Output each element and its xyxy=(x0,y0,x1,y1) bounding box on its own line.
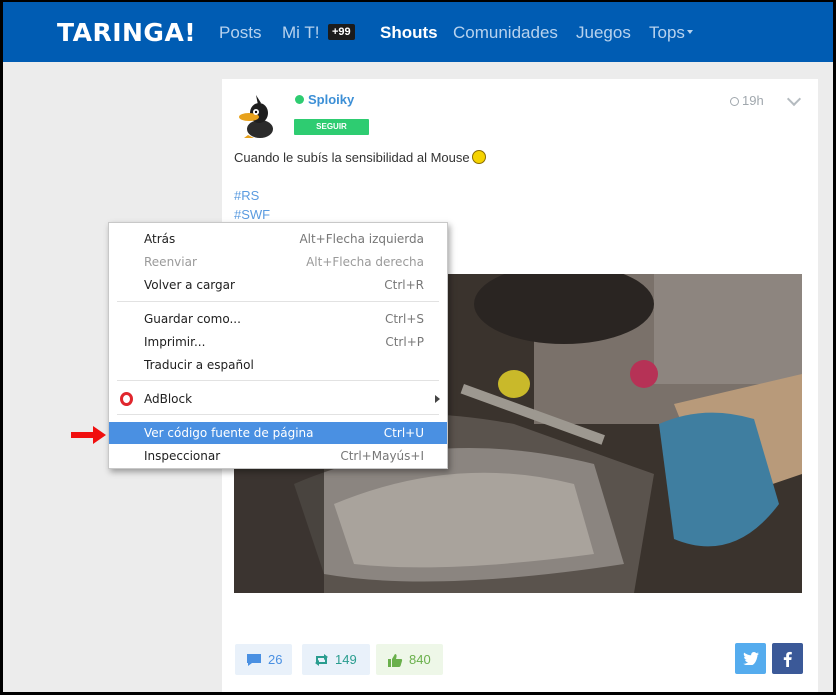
menu-label: Ver código fuente de página xyxy=(144,426,314,440)
menu-label: Reenviar xyxy=(144,255,197,269)
comments-count: 26 xyxy=(268,652,283,667)
menu-label: Inspeccionar xyxy=(144,449,221,463)
follow-button[interactable]: SEGUIR xyxy=(294,119,369,135)
menu-item-adblock[interactable]: AdBlock xyxy=(109,388,447,410)
like-button[interactable]: 840 xyxy=(376,644,443,675)
clock-icon xyxy=(730,97,739,106)
notification-badge: +99 xyxy=(328,24,355,40)
menu-item-inspect[interactable]: Inspeccionar Ctrl+Mayús+I xyxy=(109,445,447,467)
like-icon xyxy=(388,654,403,667)
post-time: 19h xyxy=(730,93,764,108)
menu-label: Imprimir... xyxy=(144,335,206,349)
nav-mi-t[interactable]: Mi T! xyxy=(282,23,319,43)
menu-shortcut: Alt+Flecha izquierda xyxy=(299,232,424,246)
menu-label: Atrás xyxy=(144,232,176,246)
chevron-down-icon[interactable] xyxy=(786,91,802,107)
menu-shortcut: Ctrl+U xyxy=(383,426,424,440)
menu-separator xyxy=(117,301,439,302)
post-text: Cuando le subís la sensibilidad al Mouse xyxy=(234,150,486,165)
menu-shortcut: Ctrl+S xyxy=(384,312,424,326)
menu-shortcut: Ctrl+Mayús+I xyxy=(340,449,424,463)
menu-separator xyxy=(117,414,439,415)
opera-adblock-icon xyxy=(120,392,133,406)
taringa-logo[interactable]: TARINGA! xyxy=(57,18,196,47)
comment-icon xyxy=(247,654,261,666)
facebook-icon xyxy=(783,651,792,667)
menu-separator xyxy=(117,380,439,381)
nav-tops[interactable]: Tops xyxy=(649,23,685,43)
hashtag-swf[interactable]: #SWF xyxy=(234,207,270,222)
post-text-content: Cuando le subís la sensibilidad al Mouse xyxy=(234,150,470,165)
menu-shortcut: Ctrl+R xyxy=(384,278,424,292)
nav-comunidades[interactable]: Comunidades xyxy=(453,23,558,43)
nav-juegos[interactable]: Juegos xyxy=(576,23,631,43)
reshare-button[interactable]: 149 xyxy=(302,644,370,675)
nav-posts[interactable]: Posts xyxy=(219,23,262,43)
likes-count: 840 xyxy=(409,652,431,667)
menu-item-view-source[interactable]: Ver código fuente de página Ctrl+U xyxy=(109,422,447,444)
avatar[interactable] xyxy=(234,91,282,139)
comments-button[interactable]: 26 xyxy=(235,644,292,675)
post-time-value: 19h xyxy=(742,93,764,108)
hashtag-rs[interactable]: #RS xyxy=(234,188,259,203)
reshares-count: 149 xyxy=(335,652,357,667)
twitter-icon xyxy=(742,652,759,666)
browser-viewport: TARINGA! Posts Mi T! +99 Shouts Comunida… xyxy=(3,2,833,692)
menu-item-reload[interactable]: Volver a cargar Ctrl+R xyxy=(109,274,447,296)
submenu-arrow-icon xyxy=(435,395,440,403)
nav-shouts[interactable]: Shouts xyxy=(380,23,438,43)
menu-label: Volver a cargar xyxy=(144,278,235,292)
menu-label: Guardar como... xyxy=(144,312,241,326)
twitter-share-button[interactable] xyxy=(735,643,766,674)
reshare-icon xyxy=(315,654,328,666)
menu-label: Traducir a español xyxy=(144,358,254,372)
menu-shortcut: Ctrl+P xyxy=(385,335,424,349)
menu-item-save-as[interactable]: Guardar como... Ctrl+S xyxy=(109,308,447,330)
top-navigation-bar: TARINGA! Posts Mi T! +99 Shouts Comunida… xyxy=(3,2,833,62)
context-menu: Atrás Alt+Flecha izquierda Reenviar Alt+Fl… xyxy=(108,222,448,469)
menu-shortcut: Alt+Flecha derecha xyxy=(306,255,424,269)
tops-dropdown-icon[interactable] xyxy=(687,30,693,34)
menu-item-forward[interactable]: Reenviar Alt+Flecha derecha xyxy=(109,251,447,273)
facebook-share-button[interactable] xyxy=(772,643,803,674)
red-arrow-icon xyxy=(71,426,106,444)
menu-item-translate[interactable]: Traducir a español xyxy=(109,354,447,376)
menu-item-back[interactable]: Atrás Alt+Flecha izquierda xyxy=(109,228,447,250)
author-name[interactable]: Sploiky xyxy=(308,92,354,107)
emoji-icon xyxy=(471,150,486,164)
menu-item-print[interactable]: Imprimir... Ctrl+P xyxy=(109,331,447,353)
menu-label: AdBlock xyxy=(144,392,193,406)
online-status-dot xyxy=(295,95,304,104)
